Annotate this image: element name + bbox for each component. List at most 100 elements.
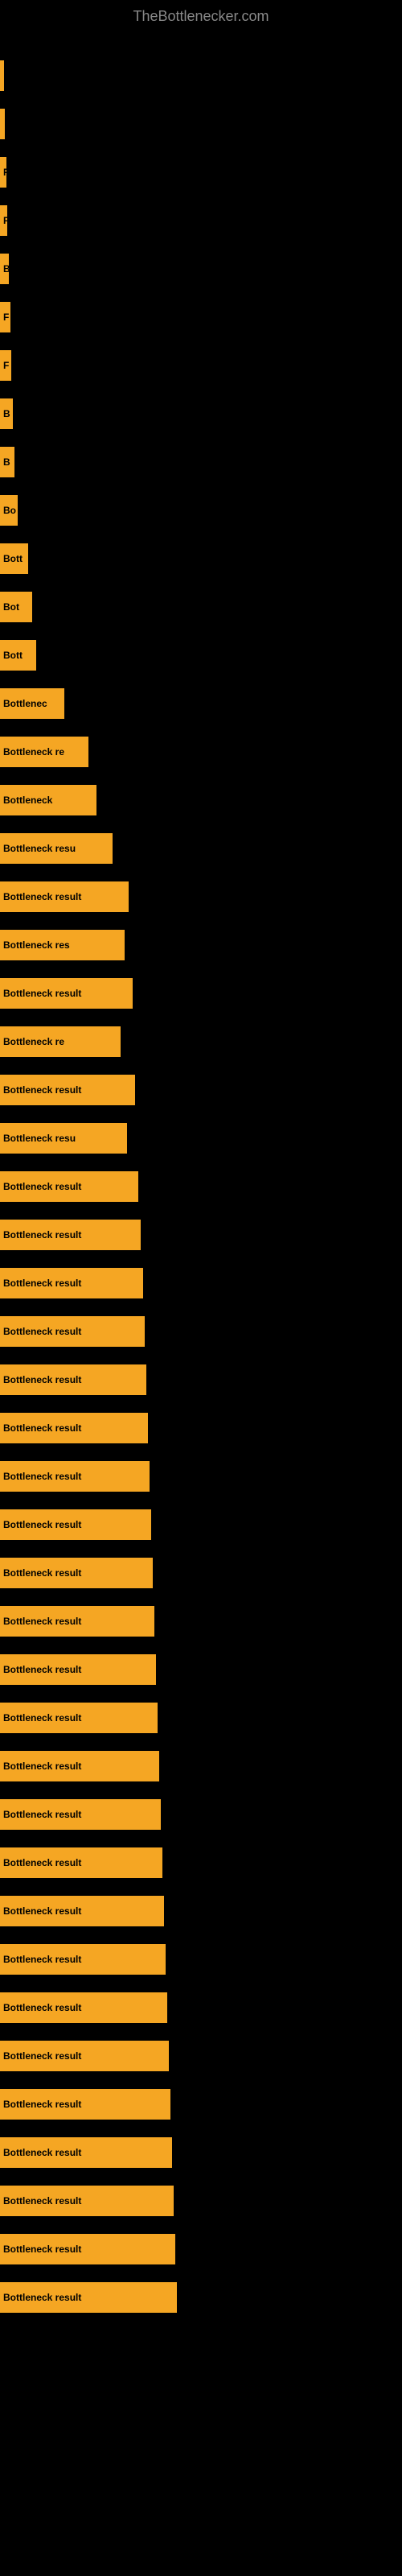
bar-row: Bottleneck result: [0, 1550, 402, 1595]
bar-row: Bottleneck result: [0, 1744, 402, 1788]
bar-row: Bo: [0, 488, 402, 532]
bar-row: Bottleneck result: [0, 1985, 402, 2029]
bar-item: Bottleneck result: [0, 1558, 153, 1588]
bar-row: Bottleneck resu: [0, 826, 402, 870]
bar-label: Bottleneck resu: [3, 843, 76, 854]
bar-row: B: [0, 246, 402, 291]
bar-item: F: [0, 350, 11, 381]
bar-label: Bottleneck result: [3, 988, 81, 999]
bar-item: Bottleneck result: [0, 1799, 161, 1830]
bar-label: B: [3, 263, 9, 275]
bar-item: Bot: [0, 592, 32, 622]
bar-label: Bottleneck result: [3, 1809, 81, 1820]
bar-label: B: [3, 408, 10, 419]
bar-item: Bottleneck result: [0, 1268, 143, 1298]
bar-label: Bo: [3, 505, 16, 516]
bar-label: Bottleneck result: [3, 2195, 81, 2207]
bar-label: Bottleneck result: [3, 1664, 81, 1675]
bar-row: Bottleneck result: [0, 1309, 402, 1353]
bar-item: Bottleneck result: [0, 1606, 154, 1637]
bar-label: Bottleneck: [3, 795, 52, 806]
bar-item: Bottleneck result: [0, 1703, 158, 1733]
bar-label: Bottleneck result: [3, 1712, 81, 1724]
bar-row: Bottleneck result: [0, 1164, 402, 1208]
bar-item: Bottleneck result: [0, 1992, 167, 2023]
bar-row: Bottleneck result: [0, 1406, 402, 1450]
bar-label: Bottleneck result: [3, 2147, 81, 2158]
bar-label: B: [3, 456, 10, 468]
bar-label: Bottleneck result: [3, 2002, 81, 2013]
bar-item: B: [0, 254, 9, 284]
bar-label: Bott: [3, 553, 23, 564]
bar-item: Bottleneck result: [0, 1896, 164, 1926]
bar-label: Bottleneck result: [3, 1422, 81, 1434]
bar-item: Bott: [0, 543, 28, 574]
bar-row: Bottleneck re: [0, 1019, 402, 1063]
bar-label: Bottlenec: [3, 698, 47, 709]
bar-row: Bottleneck: [0, 778, 402, 822]
bar-row: F: [0, 295, 402, 339]
bar-item: Bottleneck result: [0, 1751, 159, 1781]
bar-label: Bottleneck result: [3, 2099, 81, 2110]
bar-item: F: [0, 302, 10, 332]
bar-row: Bottleneck result: [0, 2033, 402, 2078]
bar-label: Bottleneck result: [3, 1326, 81, 1337]
bar-row: Bottleneck result: [0, 1889, 402, 1933]
bar-row: Bottleneck resu: [0, 1116, 402, 1160]
bar-row: Bottleneck result: [0, 1647, 402, 1691]
bar-row: [0, 53, 402, 97]
bar-row: Bottleneck result: [0, 971, 402, 1015]
bar-row: Bottleneck re: [0, 729, 402, 774]
bar-label: Bot: [3, 601, 19, 613]
bar-label: Bottleneck result: [3, 1616, 81, 1627]
bar-row: Bottleneck result: [0, 1357, 402, 1402]
bar-label: F: [3, 167, 6, 178]
bar-item: Bottleneck result: [0, 1171, 138, 1202]
bar-item: Bottleneck result: [0, 1509, 151, 1540]
bar-item: Bottleneck resu: [0, 833, 113, 864]
bar-row: F: [0, 198, 402, 242]
bar-row: Bottleneck result: [0, 1454, 402, 1498]
bar-label: Bottleneck re: [3, 1036, 64, 1047]
bar-label: Bottleneck result: [3, 2292, 81, 2303]
bar-item: Bottleneck re: [0, 1026, 121, 1057]
bar-label: Bottleneck result: [3, 1761, 81, 1772]
bar-item: Bottleneck result: [0, 1847, 162, 1878]
bar-row: Bottleneck result: [0, 1212, 402, 1257]
bar-row: Bottlenec: [0, 681, 402, 725]
bar-item: Bottleneck result: [0, 2186, 174, 2216]
site-title: TheBottlenecker.com: [0, 0, 402, 29]
bar-item: Bottleneck resu: [0, 1123, 127, 1154]
bar-label: Bottleneck result: [3, 2244, 81, 2255]
bar-row: Bottleneck result: [0, 2082, 402, 2126]
bar-row: B: [0, 440, 402, 484]
bar-item: [0, 60, 4, 91]
bar-label: Bottleneck result: [3, 891, 81, 902]
bar-item: Bottleneck result: [0, 881, 129, 912]
bar-row: Bott: [0, 633, 402, 677]
bar-item: Bottleneck result: [0, 2041, 169, 2071]
bar-item: [0, 109, 5, 139]
bar-item: Bott: [0, 640, 36, 671]
bar-item: Bo: [0, 495, 18, 526]
bar-label: Bottleneck result: [3, 1084, 81, 1096]
bar-item: F: [0, 205, 7, 236]
bar-row: F: [0, 343, 402, 387]
bar-item: Bottleneck result: [0, 1220, 141, 1250]
bar-row: Bottleneck result: [0, 1261, 402, 1305]
bar-row: Bottleneck result: [0, 1599, 402, 1643]
bar-label: Bott: [3, 650, 23, 661]
bar-item: B: [0, 398, 13, 429]
bar-row: Bott: [0, 536, 402, 580]
bar-item: Bottleneck result: [0, 1316, 145, 1347]
bar-row: Bot: [0, 584, 402, 629]
bar-item: Bottleneck result: [0, 2089, 170, 2120]
bar-item: Bottleneck result: [0, 978, 133, 1009]
bar-label: Bottleneck result: [3, 1954, 81, 1965]
bar-item: B: [0, 447, 14, 477]
bar-label: Bottleneck result: [3, 1519, 81, 1530]
bar-row: F: [0, 150, 402, 194]
bar-row: Bottleneck result: [0, 1937, 402, 1981]
bar-row: Bottleneck result: [0, 1792, 402, 1836]
bars-container: FFBFFBBBoBottBotBottBottlenecBottleneck …: [0, 29, 402, 2323]
